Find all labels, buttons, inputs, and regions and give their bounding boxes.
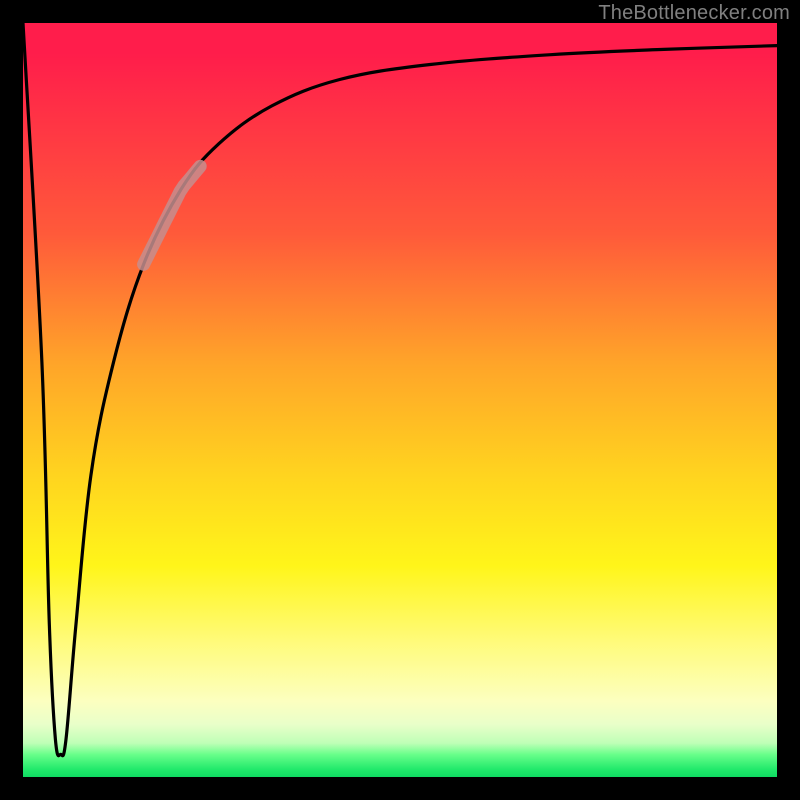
curve-layer: [23, 23, 777, 777]
bottleneck-curve: [23, 23, 777, 756]
attribution-text: TheBottlenecker.com: [598, 2, 790, 25]
highlight-segment: [144, 166, 201, 264]
chart-frame: TheBottlenecker.com: [0, 0, 800, 800]
